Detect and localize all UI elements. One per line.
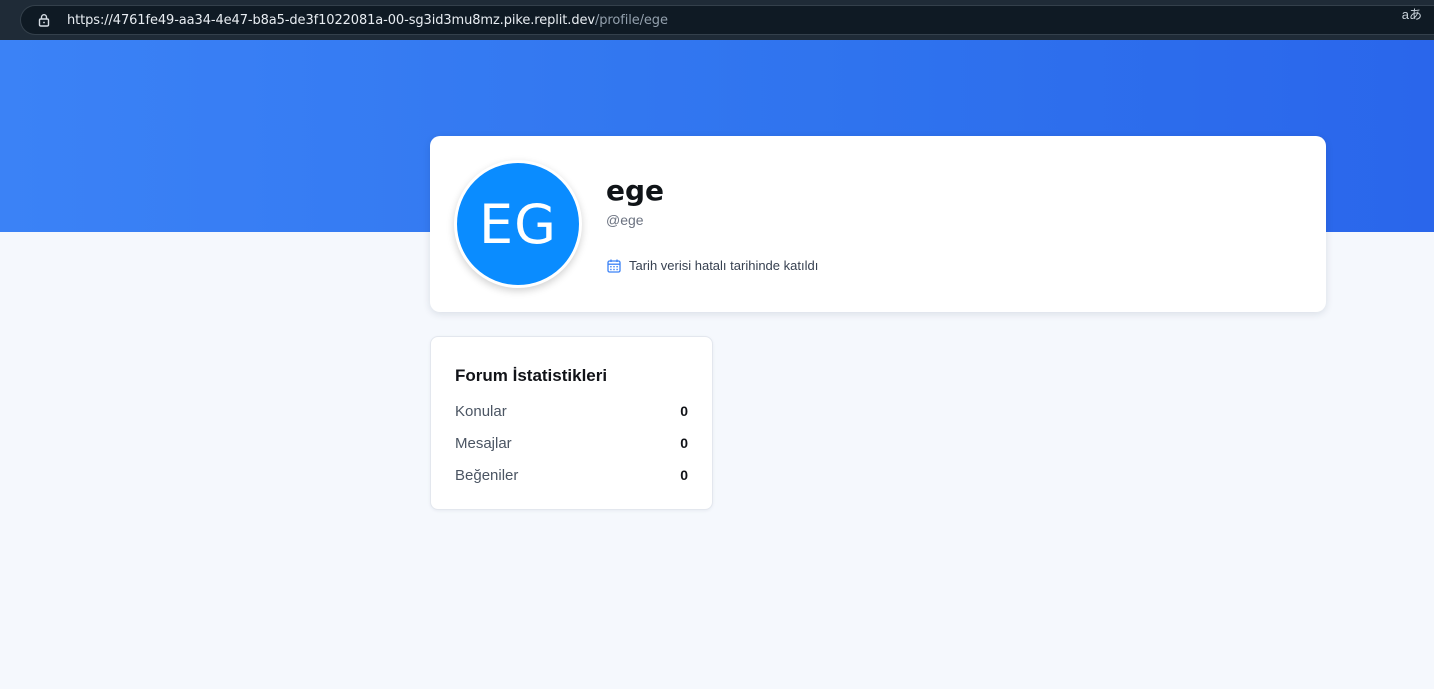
calendar-icon <box>607 259 621 273</box>
forum-stats-card: Forum İstatistikleri Konular 0 Mesajlar … <box>430 336 713 510</box>
profile-card: EG ege @ege Tarih verisi hatalı tarihind… <box>430 136 1326 312</box>
translate-icon[interactable]: aあ <box>1402 6 1422 24</box>
stat-row-likes: Beğeniler 0 <box>455 465 688 485</box>
stat-value: 0 <box>680 467 688 483</box>
url-text[interactable]: https://4761fe49-aa34-4e47-b8a5-de3f1022… <box>67 12 668 30</box>
stat-value: 0 <box>680 435 688 451</box>
joined-date-row: Tarih verisi hatalı tarihinde katıldı <box>606 257 818 275</box>
stat-label: Beğeniler <box>455 466 519 484</box>
stats-title: Forum İstatistikleri <box>455 366 608 385</box>
stat-row-messages: Mesajlar 0 <box>455 433 688 453</box>
url-origin: https://4761fe49-aa34-4e47-b8a5-de3f1022… <box>67 13 595 28</box>
stat-row-topics: Konular 0 <box>455 401 688 421</box>
stat-label: Konular <box>455 402 507 420</box>
stat-label: Mesajlar <box>455 434 512 452</box>
joined-date-text: Tarih verisi hatalı tarihinde katıldı <box>629 258 819 273</box>
display-name: ege <box>606 174 665 207</box>
address-bar[interactable]: https://4761fe49-aa34-4e47-b8a5-de3f1022… <box>20 5 1434 35</box>
lock-icon[interactable] <box>37 13 51 27</box>
username: @ege <box>606 212 644 228</box>
url-path: /profile/ege <box>594 13 668 28</box>
stat-value: 0 <box>680 403 688 419</box>
avatar: EG <box>454 160 582 288</box>
browser-toolbar: https://4761fe49-aa34-4e47-b8a5-de3f1022… <box>0 0 1434 40</box>
